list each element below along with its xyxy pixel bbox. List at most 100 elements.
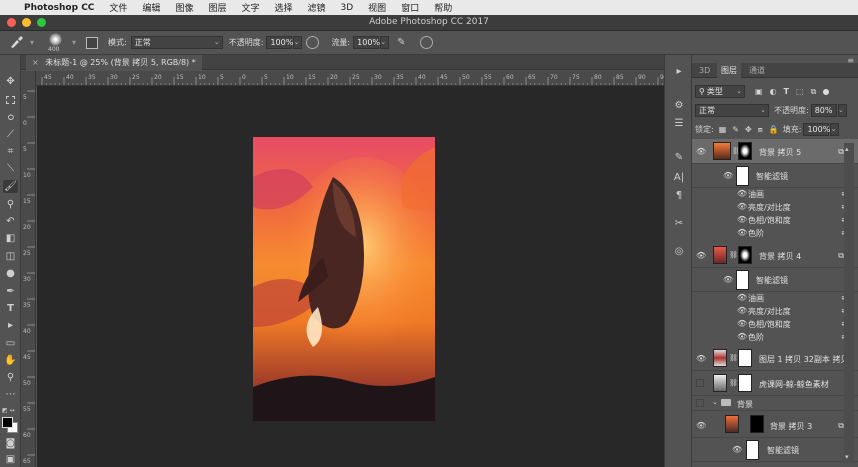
- airbrush-icon[interactable]: ✎: [397, 37, 405, 48]
- layer-name[interactable]: 背景 拷贝 3: [770, 421, 812, 432]
- character-panel-icon[interactable]: A|: [671, 171, 687, 185]
- visibility-eye-icon[interactable]: 👁: [737, 319, 747, 328]
- crop-icon[interactable]: ⌗: [3, 145, 18, 158]
- filter-pixel-icon[interactable]: ▣: [755, 87, 763, 96]
- dodge-icon[interactable]: ●: [3, 267, 18, 280]
- filter-item[interactable]: 👁亮度/对比度⇌: [692, 202, 858, 215]
- menu-edit[interactable]: 编辑: [142, 1, 160, 14]
- artwork-whale-image[interactable]: [253, 137, 435, 421]
- layer-opacity-input[interactable]: 80%: [810, 104, 837, 117]
- visibility-eye-icon[interactable]: 👁: [732, 445, 742, 454]
- link-icon[interactable]: ⛓: [729, 251, 738, 259]
- properties-panel-icon[interactable]: ☰: [671, 117, 687, 131]
- brush-icon[interactable]: 🖌: [3, 180, 18, 193]
- menu-type[interactable]: 文字: [241, 1, 259, 14]
- visibility-eye-icon[interactable]: 👁: [723, 275, 733, 284]
- layer-row[interactable]: 👁 ⛓ 背景 拷贝 4 ⧉: [692, 243, 858, 268]
- mode-select[interactable]: 正常 ⌄: [130, 36, 223, 49]
- layer-name[interactable]: 背景 拷贝 4: [759, 251, 801, 262]
- smart-filters-row[interactable]: 👁 智能滤镜: [692, 438, 858, 462]
- visibility-eye-icon[interactable]: 👁: [696, 354, 706, 363]
- visibility-empty-box[interactable]: [696, 399, 704, 407]
- menu-file[interactable]: 文件: [109, 1, 127, 14]
- layers-scrollbar[interactable]: [844, 143, 854, 463]
- menu-window[interactable]: 窗口: [401, 1, 419, 14]
- layer-row[interactable]: 👁 背景 拷贝 3 ⧉: [692, 412, 858, 438]
- stamp-icon[interactable]: ⚲: [3, 198, 18, 211]
- paragraph-panel-icon[interactable]: ¶: [671, 189, 687, 203]
- menu-help[interactable]: 帮助: [434, 1, 452, 14]
- canvas-area[interactable]: [37, 86, 664, 467]
- path-select-icon[interactable]: ▸: [3, 319, 18, 332]
- filter-item[interactable]: 👁色阶⇌: [692, 332, 858, 345]
- eyedropper-icon[interactable]: ⟍: [3, 162, 18, 175]
- menu-layer[interactable]: 图层: [208, 1, 226, 14]
- scroll-up-icon[interactable]: ▴: [845, 145, 849, 153]
- lock-position-icon[interactable]: ✥: [745, 125, 752, 134]
- visibility-eye-icon[interactable]: 👁: [696, 251, 706, 260]
- swap-colors-icon[interactable]: ◩ ↔: [2, 407, 15, 414]
- tab-3d[interactable]: 3D: [695, 63, 714, 78]
- horizontal-ruler[interactable]: 45 40 35 30 25 20 15 10 5 0 5 10 15 20 25 30 35 40 45 50 55 6…: [36, 71, 664, 86]
- menu-view[interactable]: 视图: [368, 1, 386, 14]
- tab-layers[interactable]: 图层: [717, 63, 741, 78]
- flow-dropdown[interactable]: ⌄: [380, 36, 390, 49]
- tools-preset-icon[interactable]: ✂: [671, 217, 687, 231]
- layer-row[interactable]: ⛓ 虎课网-鲸-鲸鱼素材: [692, 371, 858, 396]
- lock-transparent-icon[interactable]: ▦: [719, 125, 727, 134]
- gradient-icon[interactable]: ◫: [3, 250, 18, 263]
- filter-item[interactable]: 👁色相/饱和度⇌: [692, 319, 858, 332]
- filter-item[interactable]: 👁亮度/对比度⇌: [692, 306, 858, 319]
- chevron-down-icon[interactable]: ⌄: [712, 398, 718, 406]
- lock-artboard-icon[interactable]: ⧈: [758, 125, 763, 135]
- menu-3d[interactable]: 3D: [341, 3, 354, 13]
- pen-icon[interactable]: ✒: [3, 285, 18, 298]
- marquee-icon[interactable]: [3, 93, 18, 106]
- quick-mask-icon[interactable]: ◙: [3, 437, 18, 450]
- visibility-empty-box[interactable]: [696, 379, 704, 387]
- history-panel-icon[interactable]: ▸: [671, 65, 687, 79]
- link-icon[interactable]: ⛓: [729, 379, 738, 387]
- type-icon[interactable]: T: [3, 302, 18, 315]
- brush-panel-toggle-icon[interactable]: [86, 36, 99, 49]
- move-icon[interactable]: ✥: [3, 75, 18, 88]
- blend-mode-select[interactable]: 正常 ⌄: [695, 104, 769, 117]
- menu-select[interactable]: 选择: [274, 1, 292, 14]
- link-icon[interactable]: ⛓: [729, 354, 738, 362]
- filter-smart-object-icon[interactable]: ⧉: [811, 87, 817, 97]
- foreground-color-swatch[interactable]: [2, 417, 13, 428]
- filter-kind-select[interactable]: ⚲ 类型 ⌄: [695, 85, 745, 98]
- visibility-eye-icon[interactable]: 👁: [737, 293, 747, 302]
- lasso-icon[interactable]: ഠ: [3, 111, 18, 124]
- menu-filter[interactable]: 滤镜: [308, 1, 326, 14]
- shape-icon[interactable]: ▭: [3, 337, 18, 350]
- pressure-size-icon[interactable]: [419, 36, 433, 49]
- visibility-eye-icon[interactable]: 👁: [737, 228, 747, 237]
- visibility-eye-icon[interactable]: 👁: [737, 215, 747, 224]
- brush-preset-picker[interactable]: 400: [44, 32, 68, 54]
- visibility-eye-icon[interactable]: 👁: [723, 171, 733, 180]
- lock-image-icon[interactable]: ✎: [732, 125, 739, 134]
- menu-app[interactable]: Photoshop CC: [24, 3, 94, 13]
- adjustments-panel-icon[interactable]: ⚙: [671, 99, 687, 113]
- group-row[interactable]: ⌄ 背景: [692, 396, 858, 411]
- layer-row[interactable]: 👁 ⛓ 图层 1 拷贝 32副本 拷贝: [692, 346, 858, 371]
- layer-opacity-dropdown[interactable]: ⌄: [837, 104, 847, 117]
- filter-item[interactable]: 👁油画⇌: [692, 189, 858, 202]
- flow-input[interactable]: 100%: [353, 36, 380, 49]
- visibility-eye-icon[interactable]: 👁: [737, 202, 747, 211]
- tab-channels[interactable]: 通道: [745, 63, 769, 78]
- visibility-eye-icon[interactable]: 👁: [737, 332, 747, 341]
- filter-type-icon[interactable]: T: [784, 87, 789, 96]
- fill-dropdown[interactable]: ⌄: [830, 123, 840, 136]
- vertical-ruler[interactable]: 5 0 5 10 15 20 25 30 35 40 45 50 55 60 65: [21, 71, 36, 467]
- layer-row[interactable]: 👁 ⛓ 背景 拷贝 5 ⧉: [692, 139, 858, 164]
- fill-input[interactable]: 100%: [803, 123, 830, 136]
- scroll-down-icon[interactable]: ▾: [845, 453, 849, 461]
- layer-name[interactable]: 背景 拷贝 5: [759, 147, 801, 158]
- quick-select-icon[interactable]: ⟋: [3, 128, 18, 141]
- visibility-eye-icon[interactable]: 👁: [737, 189, 747, 198]
- hand-icon[interactable]: ✋: [3, 354, 18, 367]
- filter-item[interactable]: 👁色阶⇌: [692, 228, 858, 241]
- opacity-dropdown[interactable]: ⌄: [293, 36, 303, 49]
